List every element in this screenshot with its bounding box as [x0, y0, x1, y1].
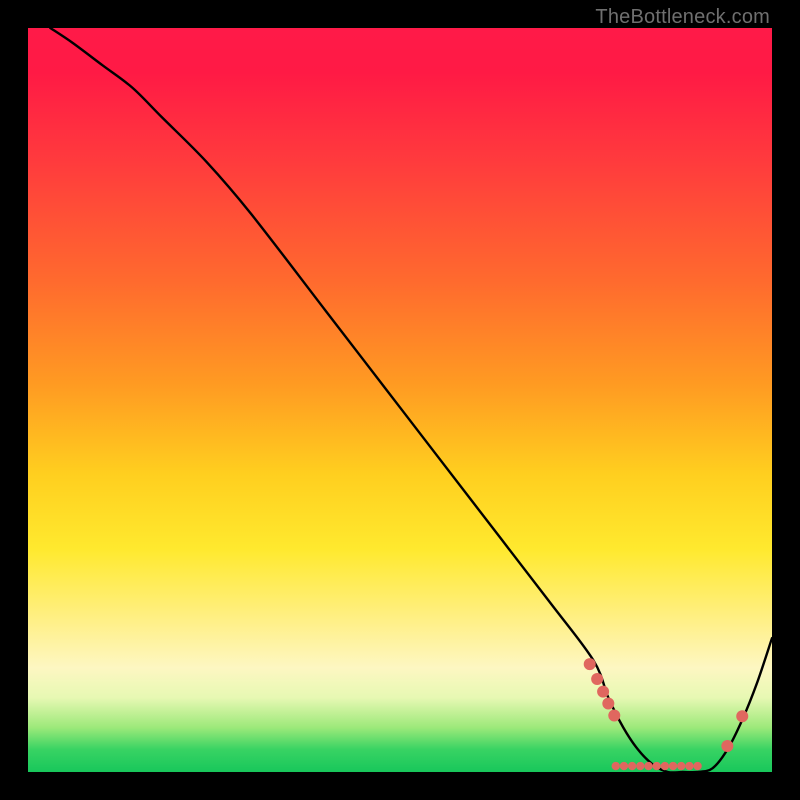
chart-curve [50, 28, 772, 772]
chart-marker-dot [661, 762, 669, 770]
chart-marker-dot [736, 710, 748, 722]
chart-marker-dot [721, 740, 733, 752]
chart-marker-dot [669, 762, 677, 770]
chart-marker-dot [677, 762, 685, 770]
watermark-label: TheBottleneck.com [595, 6, 770, 29]
chart-marker-dot [602, 698, 614, 710]
chart-marker-dot [591, 673, 603, 685]
chart-marker-dot [608, 709, 620, 721]
chart-plot-area [28, 28, 772, 772]
chart-marker-dot [597, 686, 609, 698]
chart-marker-dot [652, 762, 660, 770]
chart-svg [28, 28, 772, 772]
chart-marker-dot [612, 762, 620, 770]
chart-marker-dot [693, 762, 701, 770]
chart-marker-dot [636, 762, 644, 770]
chart-marker-dot [644, 762, 652, 770]
chart-marker-dot [620, 762, 628, 770]
chart-frame: TheBottleneck.com [0, 0, 800, 800]
chart-marker-dot [685, 762, 693, 770]
chart-marker-dot [628, 762, 636, 770]
chart-marker-dot [584, 658, 596, 670]
